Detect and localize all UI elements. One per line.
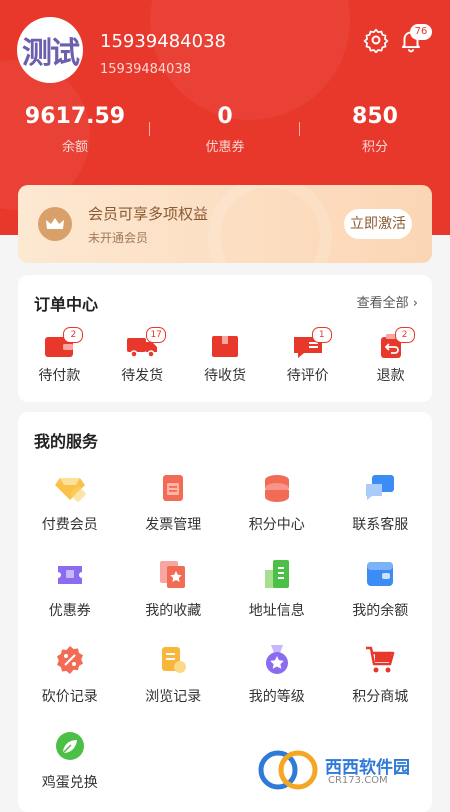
service-invoice[interactable]: 发票管理 <box>122 472 226 534</box>
service-label: 发票管理 <box>145 517 202 533</box>
order-badge: 2 <box>394 327 415 343</box>
service-points-center[interactable]: 积分中心 <box>225 472 329 534</box>
percent-icon <box>54 644 86 676</box>
star-card-icon <box>157 558 189 590</box>
order-pending-payment[interactable]: 2 待付款 <box>18 325 101 385</box>
leaf-icon <box>54 730 86 762</box>
package-icon <box>209 333 241 359</box>
service-bargain-records[interactable]: 砍价记录 <box>18 644 122 706</box>
chat-icon <box>364 472 396 504</box>
stat-coupons[interactable]: 0 优惠券 <box>150 100 300 155</box>
user-name: 15939484038 <box>100 31 226 52</box>
avatar-text: 测试 <box>22 36 80 71</box>
service-label: 优惠券 <box>48 603 91 619</box>
service-paid-membership[interactable]: 付费会员 <box>18 472 122 534</box>
ticket-icon <box>54 558 86 590</box>
order-label: 待付款 <box>38 368 81 384</box>
coins-icon <box>261 472 293 504</box>
service-points-mall[interactable]: 积分商城 <box>329 644 433 706</box>
gear-icon[interactable] <box>363 27 389 53</box>
service-label: 我的等级 <box>248 689 305 705</box>
order-center-title: 订单中心 <box>34 295 99 314</box>
service-favorites[interactable]: 我的收藏 <box>122 558 226 620</box>
service-browse-history[interactable]: 浏览记录 <box>122 644 226 706</box>
crown-icon <box>38 207 72 241</box>
comment-icon: 1 <box>292 327 332 359</box>
order-badge: 17 <box>146 327 167 343</box>
order-pending-shipment[interactable]: 17 待发货 <box>101 325 184 385</box>
order-label: 待收货 <box>203 368 246 384</box>
service-label: 积分中心 <box>248 517 305 533</box>
vip-title: 会员可享多项权益 <box>88 205 209 223</box>
stat-balance[interactable]: 9617.59 余额 <box>0 100 150 155</box>
service-egg-exchange[interactable]: 鸡蛋兑换 <box>18 730 122 792</box>
order-badge: 2 <box>63 327 84 343</box>
building-icon <box>261 558 293 590</box>
activate-button[interactable]: 立即激活 <box>344 209 412 239</box>
vip-subtitle: 未开通会员 <box>88 231 149 245</box>
watermark-url: CR173.COM <box>328 775 388 786</box>
order-center-card: 订单中心 查看全部 › 2 待付款 17 待发货 待收货 1 待评价 2 退款 <box>18 275 432 402</box>
diamond-icon <box>54 472 86 504</box>
stat-value: 9617.59 <box>24 104 126 129</box>
service-label: 联系客服 <box>352 517 409 533</box>
vip-banner[interactable]: 会员可享多项权益 未开通会员 立即激活 <box>18 185 432 263</box>
order-label: 待评价 <box>286 368 329 384</box>
order-label: 退款 <box>376 368 405 384</box>
stat-label: 积分 <box>361 140 388 155</box>
vip-decoration <box>208 185 332 263</box>
order-pending-review[interactable]: 1 待评价 <box>266 325 349 385</box>
service-label: 我的余额 <box>352 603 409 619</box>
service-label: 鸡蛋兑换 <box>41 775 98 791</box>
truck-icon: 17 <box>126 327 167 359</box>
refund-icon: 2 <box>375 327 415 359</box>
user-account: 15939484038 <box>100 62 191 77</box>
my-services-title: 我的服务 <box>34 432 99 451</box>
service-customer-support[interactable]: 联系客服 <box>329 472 433 534</box>
stats-row: 9617.59 余额 0 优惠券 850 积分 <box>0 100 450 155</box>
service-label: 积分商城 <box>352 689 409 705</box>
stat-label: 余额 <box>61 140 88 155</box>
stat-label: 优惠券 <box>205 140 245 155</box>
service-my-balance[interactable]: 我的余额 <box>329 558 433 620</box>
service-coupons[interactable]: 优惠券 <box>18 558 122 620</box>
invoice-icon <box>157 472 189 504</box>
chevron-right-icon: › <box>412 296 418 311</box>
wallet-icon: 2 <box>43 327 84 359</box>
service-label: 浏览记录 <box>145 689 202 705</box>
order-refund[interactable]: 2 退款 <box>349 325 432 385</box>
see-all-label: 查看全部 <box>356 296 409 311</box>
avatar[interactable]: 测试 <box>17 17 83 83</box>
service-my-level[interactable]: 我的等级 <box>225 644 329 706</box>
order-label: 待发货 <box>121 368 164 384</box>
order-badge: 1 <box>311 327 332 343</box>
notification-badge: 76 <box>410 24 432 40</box>
services-grid: 付费会员 发票管理 积分中心 联系客服 优惠券 我的收藏 地址信息 我的余额 砍… <box>18 472 432 792</box>
see-all-link[interactable]: 查看全部 › <box>357 292 418 311</box>
service-label: 地址信息 <box>248 603 305 619</box>
wallet-blue-icon <box>364 558 396 590</box>
service-address[interactable]: 地址信息 <box>225 558 329 620</box>
stat-value: 850 <box>352 104 398 129</box>
history-icon <box>157 644 189 676</box>
service-label: 砍价记录 <box>41 689 98 705</box>
stat-value: 0 <box>217 104 233 129</box>
watermark-logo: 西西软件园 CR173.COM <box>250 745 450 795</box>
order-pending-receipt[interactable]: 待收货 <box>184 325 267 385</box>
medal-icon <box>261 644 293 676</box>
cart-icon <box>364 644 396 676</box>
service-label: 我的收藏 <box>145 603 202 619</box>
stat-points[interactable]: 850 积分 <box>300 100 450 155</box>
order-status-row: 2 待付款 17 待发货 待收货 1 待评价 2 退款 <box>18 325 432 385</box>
service-label: 付费会员 <box>41 517 98 533</box>
